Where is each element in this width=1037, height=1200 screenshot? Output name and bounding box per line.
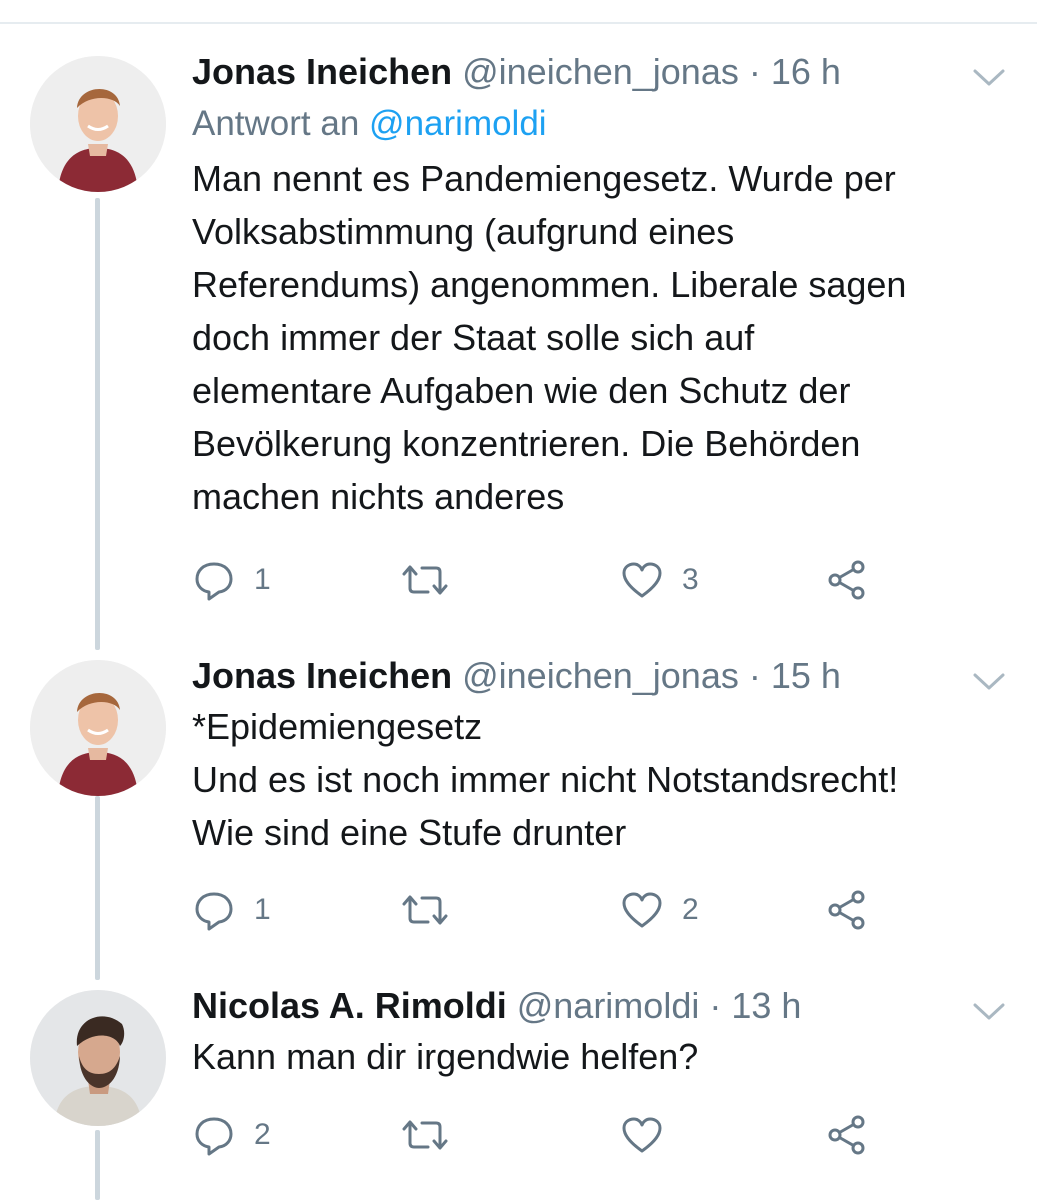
- like-icon: [622, 892, 662, 928]
- author-name[interactable]: Nicolas A. Rimoldi: [192, 985, 507, 1026]
- author-handle[interactable]: @narimoldi: [517, 985, 700, 1026]
- tweet-text: *Epidemiengesetz Und es ist noch immer n…: [192, 706, 899, 853]
- thread-line: [95, 796, 100, 980]
- chevron-down-icon[interactable]: [972, 67, 1006, 89]
- share-icon: [828, 890, 865, 930]
- person-avatar-icon: [30, 660, 166, 796]
- chevron-down-icon[interactable]: [972, 1001, 1006, 1023]
- author-handle[interactable]: @ineichen_jonas: [462, 655, 739, 696]
- reply-count: 2: [254, 1118, 271, 1151]
- reply-mention-link[interactable]: @narimoldi: [369, 104, 547, 143]
- person-avatar-icon: [30, 990, 166, 1126]
- avatar[interactable]: [30, 990, 166, 1126]
- like-button[interactable]: 2: [620, 885, 699, 935]
- tweet-header: Nicolas A. Rimoldi @narimoldi · 13 h: [192, 984, 1012, 1028]
- share-button[interactable]: [826, 1110, 868, 1160]
- reply-icon: [195, 892, 233, 931]
- reply-button[interactable]: 1: [192, 555, 271, 605]
- like-icon: [622, 562, 662, 598]
- share-icon: [828, 560, 865, 600]
- timestamp[interactable]: 13 h: [731, 985, 801, 1026]
- like-button[interactable]: 3: [620, 555, 699, 605]
- separator: ·: [748, 51, 761, 92]
- retweet-button[interactable]: [400, 1110, 468, 1160]
- avatar[interactable]: [30, 56, 166, 192]
- like-icon: [622, 1117, 662, 1153]
- reply-button[interactable]: 2: [192, 1110, 271, 1160]
- author-name[interactable]: Jonas Ineichen: [192, 655, 452, 696]
- like-count: 3: [682, 563, 699, 596]
- retweet-icon: [402, 1120, 448, 1150]
- author-handle[interactable]: @ineichen_jonas: [462, 51, 739, 92]
- tweet-actions: 2: [192, 1110, 892, 1160]
- thread-line: [95, 1130, 100, 1200]
- like-count: 2: [682, 893, 699, 926]
- tweet-actions: 1 3: [192, 555, 892, 605]
- tweet-text: Kann man dir irgendwie helfen?: [192, 1036, 699, 1077]
- top-divider: [0, 22, 1037, 24]
- retweet-button[interactable]: [400, 885, 468, 935]
- separator: ·: [748, 655, 761, 696]
- reply-count: 1: [254, 893, 271, 926]
- retweet-icon: [402, 895, 448, 925]
- author-name[interactable]: Jonas Ineichen: [192, 51, 452, 92]
- separator: ·: [709, 985, 722, 1026]
- reply-icon: [195, 1117, 233, 1156]
- reply-button[interactable]: 1: [192, 885, 271, 935]
- avatar[interactable]: [30, 660, 166, 796]
- thread-line: [95, 198, 100, 650]
- tweet-header: Jonas Ineichen @ineichen_jonas · 15 h: [192, 654, 1012, 698]
- share-button[interactable]: [826, 885, 868, 935]
- chevron-down-icon[interactable]: [972, 671, 1006, 693]
- reply-count: 1: [254, 563, 271, 596]
- tweet-actions: 1 2: [192, 885, 892, 935]
- tweet-text: Man nennt es Pandemiengesetz. Wurde per …: [192, 158, 907, 517]
- person-avatar-icon: [30, 56, 166, 192]
- reply-prefix: Antwort an: [192, 104, 360, 143]
- share-button[interactable]: [826, 555, 868, 605]
- timestamp[interactable]: 16 h: [771, 51, 841, 92]
- share-icon: [828, 1115, 865, 1155]
- reply-context: Antwort an @narimoldi: [192, 98, 1012, 150]
- like-button[interactable]: [620, 1110, 682, 1160]
- retweet-icon: [402, 565, 448, 595]
- reply-icon: [195, 562, 233, 601]
- tweet-header: Jonas Ineichen @ineichen_jonas · 16 h: [192, 50, 1012, 94]
- retweet-button[interactable]: [400, 555, 468, 605]
- timestamp[interactable]: 15 h: [771, 655, 841, 696]
